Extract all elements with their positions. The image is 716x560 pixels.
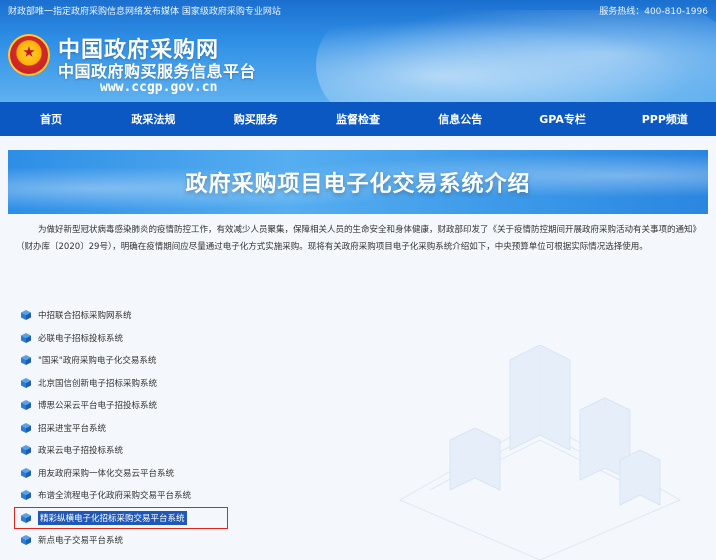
cube-bullet-icon xyxy=(21,490,31,501)
list-item-selected[interactable]: 精彩纵横电子化招标采购交易平台系统 xyxy=(14,506,380,530)
list-item[interactable]: 新点电子交易平台系统 xyxy=(20,529,380,552)
list-item-label: 精彩纵横电子化招标采购交易平台系统 xyxy=(38,510,187,525)
nav-item-gpa[interactable]: GPA专栏 xyxy=(511,111,613,127)
list-item[interactable]: 用友政府采购一体化交易云平台系统 xyxy=(20,462,380,485)
cube-bullet-icon xyxy=(21,422,31,433)
list-item[interactable]: 北京国信创新电子招标采购系统 xyxy=(20,372,380,395)
list-item[interactable]: 中招联合招标采购网系统 xyxy=(20,304,380,327)
main-nav: 首页 政采法规 购买服务 监督检查 信息公告 GPA专栏 PPP频道 xyxy=(0,102,716,136)
list-item-label: 博思公采云平台电子招投标系统 xyxy=(38,401,158,412)
top-info-bar: 财政部唯一指定政府采购信息网络发布媒体 国家级政府采购专业网站 服务热线：400… xyxy=(0,0,716,20)
nav-item-supervision[interactable]: 监督检查 xyxy=(307,111,409,127)
list-item[interactable]: 政采云电子招投标系统 xyxy=(20,439,380,462)
cube-bullet-icon xyxy=(21,535,31,546)
header-cloud-decoration xyxy=(316,10,716,102)
list-item-label: 政采云电子招投标系统 xyxy=(38,446,124,457)
nav-item-announcements[interactable]: 信息公告 xyxy=(409,111,511,127)
hotline-number: 400-810-1996 xyxy=(644,6,708,17)
hotline-label: 服务热线： xyxy=(599,6,645,17)
cube-bullet-icon xyxy=(21,310,31,321)
cube-bullet-icon xyxy=(21,355,31,366)
list-item[interactable]: 必联电子招标投标系统 xyxy=(20,327,380,350)
list-item-label: 用友政府采购一体化交易云平台系统 xyxy=(38,468,175,479)
cube-bullet-icon xyxy=(21,332,31,343)
nav-item-ppp[interactable]: PPP频道 xyxy=(614,111,716,127)
intro-paragraph: 为做好新型冠状病毒感染肺炎的疫情防控工作，有效减少人员聚集，保障相关人员的生命安… xyxy=(16,225,697,252)
service-hotline: 服务热线：400-810-1996 xyxy=(599,4,708,17)
nav-item-home[interactable]: 首页 xyxy=(0,111,102,127)
site-subtitle: 中国政府购买服务信息平台 xyxy=(58,62,257,81)
list-item[interactable]: "国采"政府采购电子化交易系统 xyxy=(20,349,380,372)
list-item[interactable]: 招采进宝平台系统 xyxy=(20,417,380,440)
site-header: 财政部唯一指定政府采购信息网络发布媒体 国家级政府采购专业网站 服务热线：400… xyxy=(0,0,716,102)
list-item-label: 北京国信创新电子招标采购系统 xyxy=(38,378,158,389)
isometric-city-illustration xyxy=(398,344,682,560)
page: 财政部唯一指定政府采购信息网络发布媒体 国家级政府采购专业网站 服务热线：400… xyxy=(0,0,716,560)
cube-bullet-icon xyxy=(21,467,31,478)
cube-bullet-icon xyxy=(21,445,31,456)
list-item-label: 中招联合招标采购网系统 xyxy=(38,311,132,322)
system-list: 中招联合招标采购网系统 必联电子招标投标系统 "国采"政府采购电子化交易系统 北… xyxy=(14,304,380,552)
intro-section: 为做好新型冠状病毒感染肺炎的疫情防控工作，有效减少人员聚集，保障相关人员的生命安… xyxy=(16,222,700,256)
list-item-label: "国采"政府采购电子化交易系统 xyxy=(38,356,157,367)
nav-item-regulations[interactable]: 政采法规 xyxy=(102,111,204,127)
site-url: www.ccgp.gov.cn xyxy=(100,80,218,95)
topbar-tagline: 财政部唯一指定政府采购信息网络发布媒体 国家级政府采购专业网站 xyxy=(8,6,281,17)
list-item-label: 必联电子招标投标系统 xyxy=(38,333,124,344)
page-banner: 政府采购项目电子化交易系统介绍 xyxy=(8,150,708,214)
cube-bullet-icon xyxy=(21,512,31,523)
list-item[interactable]: 布谱全流程电子化政府采购交易平台系统 xyxy=(20,484,380,507)
list-item-label: 招采进宝平台系统 xyxy=(38,423,107,434)
nav-item-purchase-services[interactable]: 购买服务 xyxy=(205,111,307,127)
cube-bullet-icon xyxy=(21,377,31,388)
list-item[interactable]: 博思公采云平台电子招投标系统 xyxy=(20,394,380,417)
list-item-label: 新点电子交易平台系统 xyxy=(38,536,124,547)
cube-bullet-icon xyxy=(21,400,31,411)
list-item-label: 布谱全流程电子化政府采购交易平台系统 xyxy=(38,491,192,502)
national-emblem-icon xyxy=(8,34,50,76)
page-title: 政府采购项目电子化交易系统介绍 xyxy=(185,172,531,197)
